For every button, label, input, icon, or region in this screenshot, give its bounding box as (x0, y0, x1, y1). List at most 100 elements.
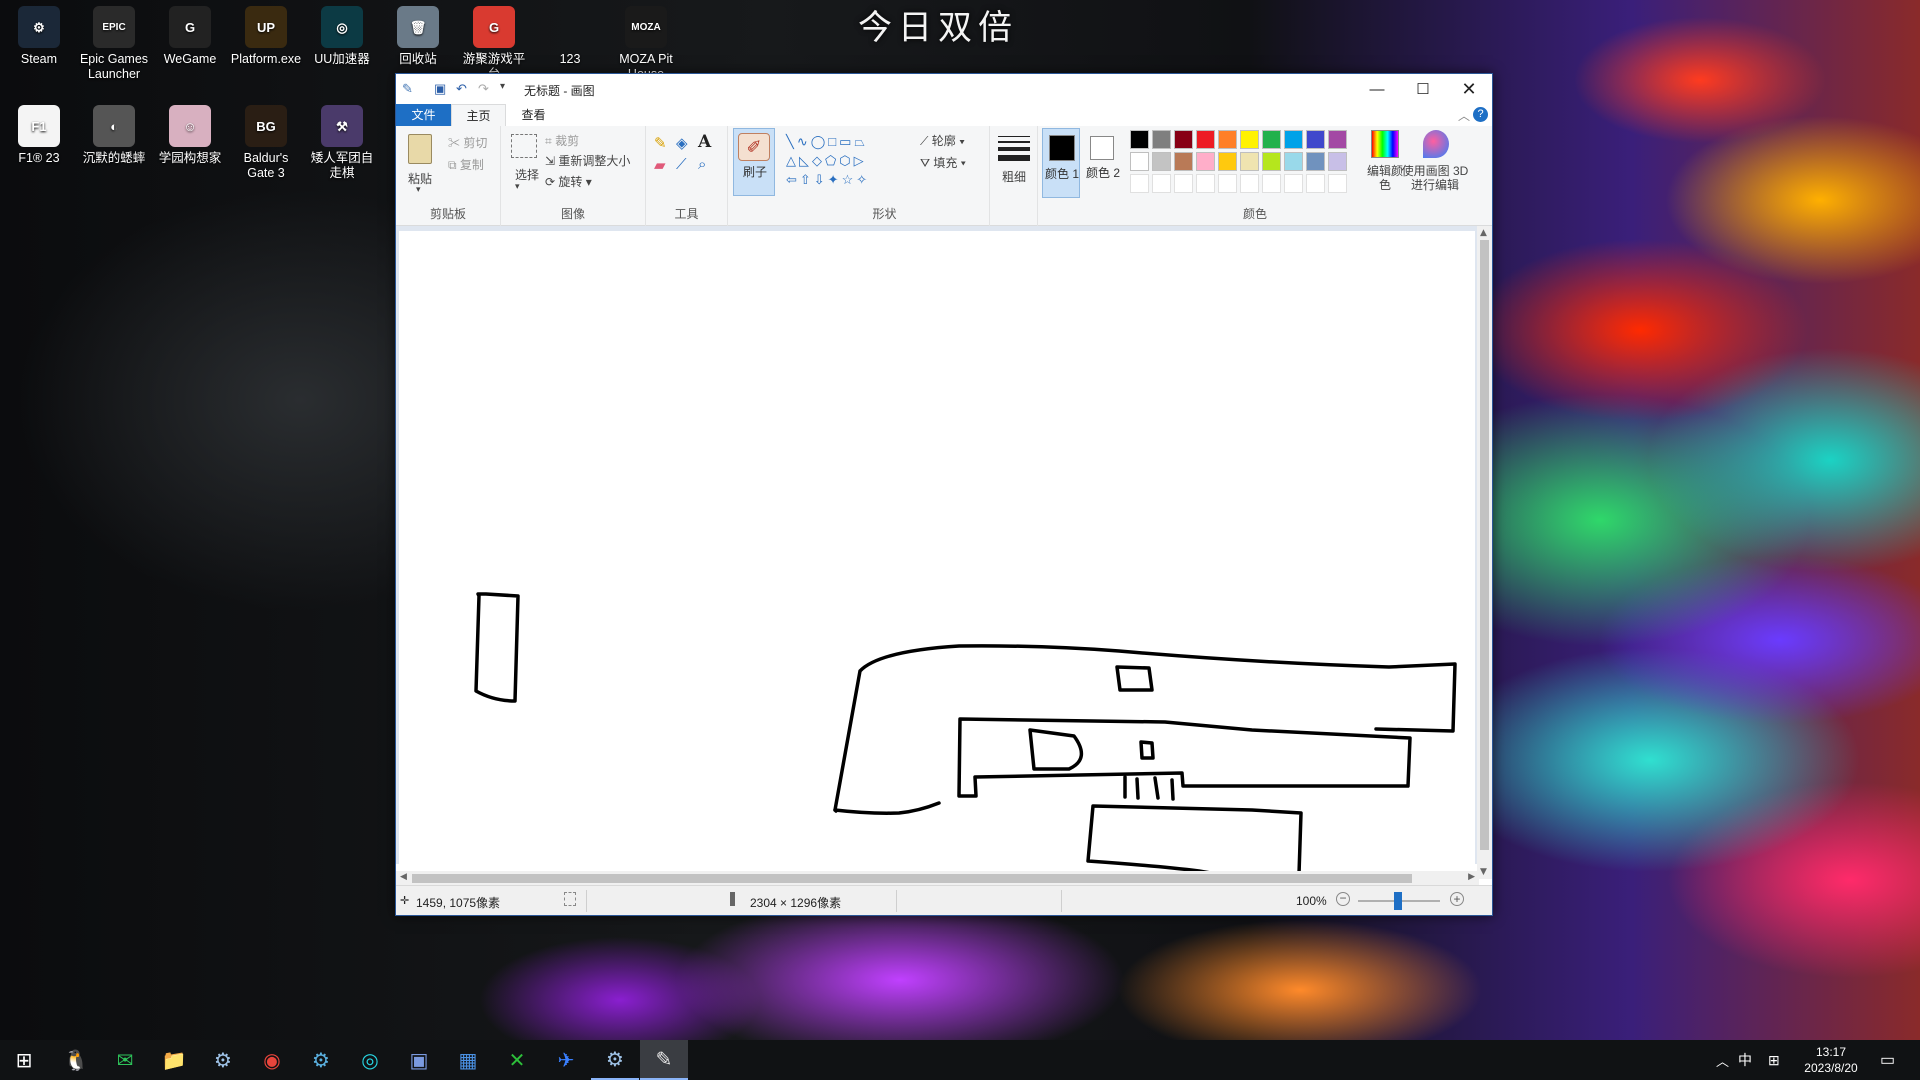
paint3d-button[interactable]: 使用画图 3D 进行编辑 (1398, 164, 1472, 192)
custom-color-slot[interactable] (1240, 174, 1259, 193)
palette-swatch[interactable] (1262, 152, 1281, 171)
paste-icon[interactable] (408, 134, 432, 164)
palette-swatch[interactable] (1284, 130, 1303, 149)
paint3d-icon[interactable] (1423, 130, 1449, 158)
store-icon[interactable]: ▦ (444, 1040, 492, 1080)
text-tool-icon[interactable]: A (698, 132, 711, 152)
palette-swatch[interactable] (1196, 152, 1215, 171)
desktop-icon-5[interactable]: 🗑 回收站 (381, 6, 455, 67)
custom-color-slot[interactable] (1284, 174, 1303, 193)
select-icon[interactable] (511, 134, 537, 158)
crop-button[interactable]: ⌗ 裁剪 (545, 132, 579, 149)
xbox-icon[interactable]: ✕ (493, 1040, 541, 1080)
zoom-out-button[interactable]: − (1336, 892, 1350, 906)
desktop-icon-4[interactable]: ◎ UU加速器 (305, 6, 379, 67)
palette-swatch[interactable] (1306, 130, 1325, 149)
chrome-icon[interactable]: ◉ (248, 1040, 296, 1080)
palette-swatch[interactable] (1174, 152, 1193, 171)
steam-icon[interactable]: ⚙ (591, 1040, 639, 1080)
desktop-icon-10[interactable]: ◐ 沉默的蟋蟀 (77, 105, 151, 166)
custom-color-slot[interactable] (1262, 174, 1281, 193)
photos-icon[interactable]: ▣ (395, 1040, 443, 1080)
desktop-icon-11[interactable]: ☺ 学园构想家 (153, 105, 227, 166)
tray-overflow-icon[interactable]: ︿ (1716, 1040, 1729, 1080)
start-icon[interactable]: ⊞ (0, 1040, 48, 1080)
close-button[interactable]: ✕ (1446, 74, 1492, 104)
desktop-icon-2[interactable]: G WeGame (153, 6, 227, 67)
paint-icon[interactable]: ✎ (640, 1040, 688, 1080)
palette-swatch[interactable] (1130, 152, 1149, 171)
resize-button[interactable]: ⇲ 重新调整大小 (545, 152, 630, 169)
palette-swatch[interactable] (1240, 152, 1259, 171)
palette-swatch[interactable] (1218, 130, 1237, 149)
palette-swatch[interactable] (1328, 152, 1347, 171)
palette-swatch[interactable] (1262, 130, 1281, 149)
undo-icon[interactable]: ↶ (456, 81, 467, 97)
redo-icon[interactable]: ↷ (478, 81, 489, 97)
settings-icon[interactable]: ⚙ (297, 1040, 345, 1080)
palette-swatch[interactable] (1174, 130, 1193, 149)
pencil-icon[interactable]: ✎ (654, 134, 667, 152)
palette-swatch[interactable] (1152, 130, 1171, 149)
edit-colors-icon[interactable] (1371, 130, 1399, 158)
brushes-button[interactable]: ✐ 刷子 (733, 128, 775, 196)
vertical-scroll-thumb[interactable] (1480, 240, 1489, 850)
custom-color-slot[interactable] (1196, 174, 1215, 193)
paint-window[interactable]: ✎ ▣ ↶ ↷ ▾ 无标题 - 画图 — ☐ ✕ 文件 主页 查看 ︿ ? 粘贴… (395, 73, 1493, 916)
color2-button[interactable]: 颜色 2 (1084, 128, 1122, 198)
ime-mode-icon[interactable]: ⊞ (1768, 1040, 1780, 1080)
desktop-icon-0[interactable]: ⚙ Steam (2, 6, 76, 67)
color-picker-icon[interactable]: ⟋ (676, 156, 687, 173)
select-dropdown-icon[interactable]: ▾ (515, 181, 520, 192)
cut-button[interactable]: ✂ 剪切 (448, 134, 487, 151)
outline-button[interactable]: ⟋ 轮廓 ▾ (920, 132, 965, 149)
magnifier-icon[interactable]: ⌕ (698, 156, 706, 173)
vertical-scrollbar[interactable]: ▲ ▼ (1477, 226, 1492, 879)
tab-home[interactable]: 主页 (451, 104, 506, 126)
drawing-canvas[interactable] (399, 231, 1475, 876)
custom-color-slot[interactable] (1306, 174, 1325, 193)
eraser-icon[interactable]: ▰ (654, 156, 666, 174)
fill-button[interactable]: ⛛ 填充 ▾ (920, 154, 966, 171)
tab-file[interactable]: 文件 (396, 104, 451, 126)
desktop-icon-9[interactable]: F1 F1® 23 (2, 105, 76, 166)
clock[interactable]: 13:17 2023/8/20 (1796, 1040, 1866, 1080)
fill-bucket-icon[interactable]: ◈ (676, 134, 688, 152)
uu-accelerator-icon[interactable]: ◎ (346, 1040, 394, 1080)
zoom-slider-thumb[interactable] (1394, 892, 1402, 910)
wechat-icon[interactable]: ✉ (101, 1040, 149, 1080)
rotate-button[interactable]: ⟳ 旋转 ▾ (545, 173, 592, 190)
notification-center-icon[interactable]: ▭ (1880, 1040, 1895, 1080)
desktop-icon-1[interactable]: EPIC Epic Games Launcher (77, 6, 151, 82)
paste-dropdown-icon[interactable]: ▾ (416, 184, 421, 195)
custom-color-slot[interactable] (1130, 174, 1149, 193)
custom-color-slot[interactable] (1152, 174, 1171, 193)
palette-swatch[interactable] (1240, 130, 1259, 149)
zoom-in-button[interactable]: + (1450, 892, 1464, 906)
ime-indicator[interactable]: 中 (1738, 1040, 1752, 1080)
horizontal-scrollbar[interactable]: ◀ ▶ (396, 871, 1479, 886)
horizontal-scroll-thumb[interactable] (412, 874, 1412, 883)
palette-swatch[interactable] (1196, 130, 1215, 149)
collapse-ribbon-icon[interactable]: ︿ (1458, 107, 1470, 124)
desktop-icon-12[interactable]: BG Baldur's Gate 3 (229, 105, 303, 181)
palette-swatch[interactable] (1284, 152, 1303, 171)
palette-swatch[interactable] (1218, 152, 1237, 171)
desktop-icon-13[interactable]: ⚒ 矮人军团自走棋 (305, 105, 379, 181)
copy-button[interactable]: ⧉ 复制 (448, 156, 484, 173)
desktop-icon-7[interactable]: 123 (533, 6, 607, 67)
palette-swatch[interactable] (1130, 130, 1149, 149)
custom-color-slot[interactable] (1218, 174, 1237, 193)
desktop-icon-8[interactable]: MOZAMOZA Pit House (609, 6, 683, 82)
desktop-icon-6[interactable]: G游聚游戏平台 (457, 6, 531, 82)
shapes-gallery[interactable]: ╲∿◯□▭⏢ △◺◇⬠⬡▷ ⇦⇧⇩✦☆✧ (786, 132, 914, 192)
file-explorer-icon[interactable]: 📁 (150, 1040, 198, 1080)
size-lines-icon[interactable] (998, 136, 1030, 164)
feishu-icon[interactable]: ✈ (542, 1040, 590, 1080)
color1-button[interactable]: 颜色 1 (1042, 128, 1080, 198)
palette-swatch[interactable] (1328, 130, 1347, 149)
desktop-icon-3[interactable]: UP Platform.exe (229, 6, 303, 67)
custom-color-slot[interactable] (1174, 174, 1193, 193)
maximize-button[interactable]: ☐ (1400, 74, 1446, 104)
save-icon[interactable]: ▣ (434, 81, 446, 97)
